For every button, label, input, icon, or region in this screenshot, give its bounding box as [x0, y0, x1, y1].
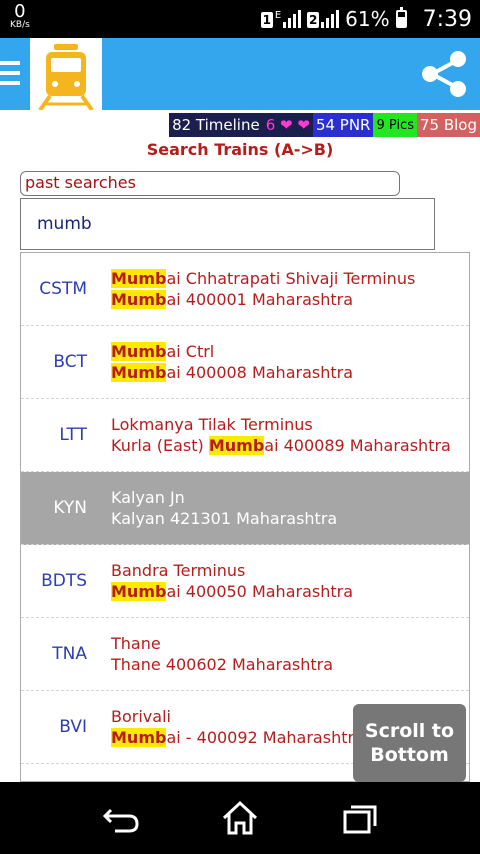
station-name: Kalyan Jn Kalyan 421301 Maharashtra	[111, 487, 337, 529]
text-segment: ai 400089 Maharashtra	[264, 436, 451, 455]
text-segment: ai - 400092 Maharashtra	[166, 728, 364, 747]
station-code: LTT	[59, 425, 87, 445]
hearts-link[interactable]: 6 ❤ ❤	[262, 113, 313, 137]
past-searches-dropdown[interactable]: past searches	[20, 171, 400, 196]
match-highlight: Mumb	[208, 436, 265, 455]
station-code: BVI	[59, 717, 87, 737]
station-code: BCT	[53, 352, 87, 372]
text-segment: Kurla (East)	[111, 436, 209, 455]
station-code: CSTM	[39, 279, 87, 299]
station-address: Mumbai 400050 Maharashtra	[111, 581, 353, 602]
station-title: Borivali	[111, 706, 364, 727]
match-highlight: Mumb	[111, 728, 167, 747]
station-code: KYN	[53, 498, 87, 518]
status-bar: 0 KB/s 1 E 2 61% 7:39	[0, 0, 480, 38]
text-segment: Thane 400602 Maharashtra	[111, 655, 334, 674]
app-bar	[0, 38, 480, 112]
scroll-button-line1: Scroll to	[364, 720, 455, 742]
battery-percent: 61%	[345, 7, 390, 31]
text-segment: ai 400001 Maharashtra	[166, 290, 354, 309]
station-title: Bandra Terminus	[111, 560, 353, 581]
station-title: Lokmanya Tilak Terminus	[111, 414, 451, 435]
sim2-icon: 2	[307, 12, 320, 28]
station-row[interactable]: LTT Lokmanya Tilak Terminus Kurla (East) M…	[21, 399, 469, 472]
text-segment: ai 400008 Maharashtra	[166, 363, 354, 382]
station-row[interactable]: TNA Thane Thane 400602 Maharashtra	[21, 618, 469, 691]
text-segment: ai Ctrl	[166, 342, 215, 361]
sim2-signal: 2	[307, 10, 340, 28]
text-segment: Borivali	[111, 707, 171, 726]
station-address: Mumbai - 400092 Maharashtra	[111, 727, 364, 748]
network-speed-unit: KB/s	[10, 20, 30, 30]
station-title: Kalyan Jn	[111, 487, 337, 508]
station-code: TNA	[52, 644, 87, 664]
station-address: Mumbai 400008 Maharashtra	[111, 362, 353, 383]
scroll-button-line2: Bottom	[370, 744, 449, 766]
text-segment: ai 400050 Maharashtra	[166, 582, 354, 601]
network-type-label: E	[274, 10, 282, 21]
page-title: Search Trains (A->B)	[146, 140, 334, 159]
station-name: Borivali Mumbai - 400092 Maharashtra	[111, 706, 364, 748]
match-highlight: Mumb	[111, 342, 167, 361]
station-title: Mumbai Ctrl	[111, 341, 353, 362]
match-highlight: Mumb	[111, 269, 167, 288]
share-icon[interactable]	[418, 48, 470, 100]
text-segment: Kalyan Jn	[111, 488, 185, 507]
station-address: Thane 400602 Maharashtra	[111, 654, 333, 675]
quick-links: 82 Timeline 6 ❤ ❤ 54 PNR 9 Pics 75 Blog	[169, 113, 480, 137]
pics-link[interactable]: 9 Pics	[373, 113, 417, 137]
signal-bars-icon	[321, 10, 340, 28]
network-speed-value: 0	[14, 1, 26, 22]
home-icon[interactable]	[221, 800, 259, 840]
system-nav-bar	[0, 782, 480, 854]
text-segment: Bandra Terminus	[111, 561, 246, 580]
blog-link[interactable]: 75 Blog	[416, 113, 480, 137]
signal-bars-icon	[283, 10, 302, 28]
timeline-link[interactable]: 82 Timeline	[169, 113, 263, 137]
station-address: Kalyan 421301 Maharashtra	[111, 508, 337, 529]
scroll-to-bottom-button[interactable]: Scroll to Bottom	[353, 704, 466, 782]
station-name: Thane Thane 400602 Maharashtra	[111, 633, 333, 675]
station-name: Lokmanya Tilak Terminus Kurla (East) Mumb…	[111, 414, 451, 456]
text-segment: Kalyan 421301 Maharashtra	[111, 509, 338, 528]
match-highlight: Mumb	[111, 290, 167, 309]
network-speed: 0 KB/s	[10, 3, 30, 30]
station-name: Mumbai Chhatrapati Shivaji Terminus Mumba…	[111, 268, 415, 310]
station-address: Kurla (East) Mumbai 400089 Maharashtra	[111, 435, 451, 456]
station-search-input[interactable]	[20, 198, 435, 250]
clock: 7:39	[422, 6, 472, 32]
text-segment: ai Chhatrapati Shivaji Terminus	[166, 269, 416, 288]
station-code: BDTS	[41, 571, 87, 591]
station-title: Mumbai Chhatrapati Shivaji Terminus	[111, 268, 415, 289]
station-row[interactable]: BDTS Bandra Terminus Mumbai 400050 Maharas…	[21, 545, 469, 618]
text-segment: Lokmanya Tilak Terminus	[111, 415, 313, 434]
match-highlight: Mumb	[111, 363, 167, 382]
station-address: Mumbai 400001 Maharashtra	[111, 289, 415, 310]
station-name: Mumbai Ctrl Mumbai 400008 Maharashtra	[111, 341, 353, 383]
match-highlight: Mumb	[111, 582, 167, 601]
hamburger-menu-icon[interactable]	[0, 61, 20, 87]
text-segment: Thane	[111, 634, 161, 653]
battery-icon	[395, 7, 407, 28]
train-icon[interactable]	[30, 38, 102, 112]
sim1-signal: 1 E	[260, 10, 302, 28]
station-title: Thane	[111, 633, 333, 654]
sim1-icon: 1	[260, 12, 273, 28]
station-suggestions-list[interactable]: CSTM Mumbai Chhatrapati Shivaji Terminus M…	[20, 252, 470, 782]
recents-icon[interactable]	[343, 804, 377, 838]
pnr-link[interactable]: 54 PNR	[312, 113, 374, 137]
station-row[interactable]: CSTM Mumbai Chhatrapati Shivaji Terminus M…	[21, 253, 469, 326]
station-row[interactable]: BCT Mumbai Ctrl Mumbai 400008 Maharashtra	[21, 326, 469, 399]
station-row[interactable]: KYN Kalyan Jn Kalyan 421301 Maharashtra	[21, 472, 469, 545]
back-icon[interactable]	[102, 804, 139, 838]
station-name: Bandra Terminus Mumbai 400050 Maharashtra	[111, 560, 353, 602]
